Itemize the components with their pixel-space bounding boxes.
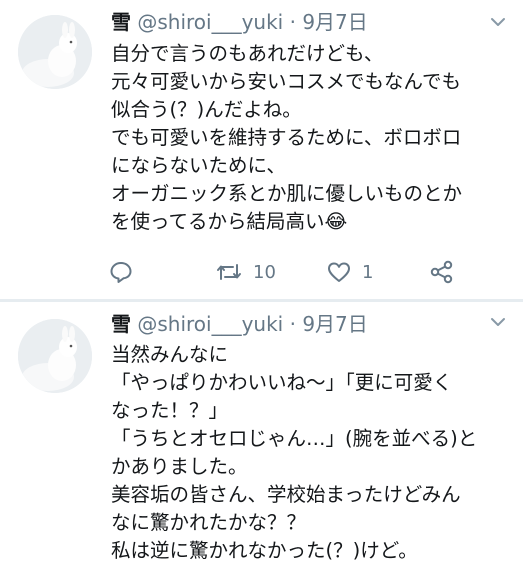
tweet-line: 自分で言うのもあれだけども、 bbox=[111, 42, 384, 65]
tweet-line: を使ってるから結局高い😂 bbox=[111, 210, 348, 233]
chevron-down-icon[interactable] bbox=[488, 312, 508, 332]
tweet-actions: 10 1 bbox=[108, 256, 468, 288]
separator: · bbox=[289, 10, 296, 34]
tweet-line: でも可愛いを維持するために、ボロボロ bbox=[111, 126, 462, 149]
tweet-text: 自分で言うのもあれだけども、 元々可愛いから安いコスメでもなんでも 似合う(？)… bbox=[111, 40, 516, 236]
tweet-line: なに驚かれたかな？？ bbox=[111, 511, 307, 534]
retweet-button[interactable]: 10 bbox=[215, 256, 276, 288]
user-handle[interactable]: @shiroi___yuki bbox=[137, 10, 283, 34]
chevron-down-icon[interactable] bbox=[488, 12, 508, 32]
retweet-count: 10 bbox=[253, 261, 276, 283]
tweet-line: かありました。 bbox=[111, 455, 248, 478]
avatar[interactable] bbox=[18, 319, 92, 393]
tweet-header: 雪 @shiroi___yuki · 9月7日 bbox=[111, 307, 368, 341]
tweet-line: 私は逆に驚かれなかった(？)けど。 bbox=[111, 539, 418, 562]
tweet-line: にならないために、 bbox=[111, 154, 286, 177]
display-name[interactable]: 雪 bbox=[111, 10, 131, 34]
tweet-line: 「うちとオセロじゃん…」(腕を並べる)と bbox=[111, 427, 478, 450]
heart-icon bbox=[326, 259, 352, 285]
avatar[interactable] bbox=[18, 15, 92, 89]
like-button[interactable]: 1 bbox=[326, 256, 373, 288]
tweet-date[interactable]: 9月7日 bbox=[302, 10, 367, 34]
tweet-date[interactable]: 9月7日 bbox=[302, 312, 367, 336]
tweet-text: 当然みんなに 「やっぱりかわいいね〜」「更に可愛く なった！？」 「うちとオセロ… bbox=[111, 341, 516, 565]
share-icon bbox=[429, 259, 455, 285]
reply-button[interactable] bbox=[108, 256, 134, 288]
share-button[interactable] bbox=[429, 256, 455, 288]
tweet-line: 元々可愛いから安いコスメでもなんでも bbox=[111, 70, 462, 93]
user-handle[interactable]: @shiroi___yuki bbox=[137, 312, 283, 336]
tweet-line: オーガニック系とか肌に優しいものとか bbox=[111, 182, 463, 205]
tweet-line: 「やっぱりかわいいね〜」「更に可愛く bbox=[111, 371, 453, 394]
tweet-line: 当然みんなに bbox=[111, 343, 229, 366]
like-count: 1 bbox=[362, 261, 374, 283]
display-name[interactable]: 雪 bbox=[111, 312, 131, 336]
tweet-line: 美容垢の皆さん、学校始まったけどみん bbox=[111, 483, 461, 506]
separator: · bbox=[289, 312, 296, 336]
tweet-line: 似合う(？)んだよね。 bbox=[111, 98, 302, 121]
retweet-icon bbox=[215, 259, 243, 285]
reply-icon bbox=[108, 259, 134, 285]
tweet-line: なった！？」 bbox=[111, 399, 229, 422]
tweet-header: 雪 @shiroi___yuki · 9月7日 bbox=[111, 5, 368, 39]
